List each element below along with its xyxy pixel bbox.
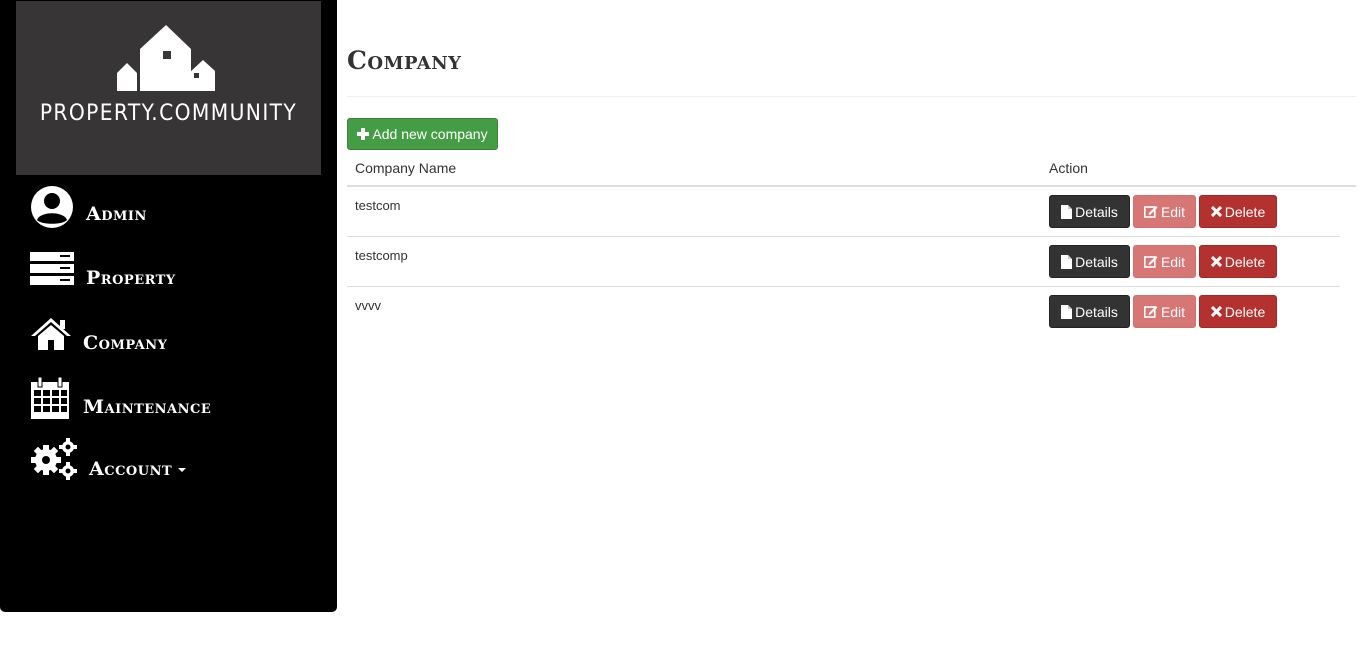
delete-button[interactable]: Delete — [1199, 195, 1277, 228]
edit-icon — [1143, 255, 1158, 268]
add-company-label: Add new company — [372, 126, 488, 142]
edit-button[interactable]: Edit — [1133, 195, 1196, 228]
server-icon — [30, 252, 74, 285]
file-icon — [1061, 254, 1073, 269]
home-icon — [31, 318, 71, 350]
details-button[interactable]: Details — [1049, 295, 1130, 328]
details-label: Details — [1075, 303, 1118, 320]
sidebar-item-label: Admin — [86, 203, 147, 225]
sidebar-item-label: Company — [83, 332, 168, 354]
company-name-cell: testcom — [355, 198, 401, 213]
account-label-text: Account — [89, 458, 173, 480]
divider — [347, 96, 1356, 97]
details-button[interactable]: Details — [1049, 245, 1130, 278]
edit-label: Edit — [1160, 203, 1186, 220]
column-header-company-name: Company Name — [355, 160, 457, 176]
edit-label: Edit — [1160, 253, 1186, 270]
row-divider — [347, 236, 1340, 237]
remove-icon — [1210, 256, 1222, 267]
delete-label: Delete — [1224, 253, 1266, 270]
sidebar-item-label: Account — [89, 458, 187, 480]
delete-label: Delete — [1224, 303, 1266, 320]
delete-label: Delete — [1224, 203, 1266, 220]
company-name-cell: testcomp — [355, 248, 408, 263]
file-icon — [1061, 204, 1073, 219]
details-button[interactable]: Details — [1049, 195, 1130, 228]
edit-button[interactable]: Edit — [1133, 245, 1196, 278]
sidebar-item-account[interactable]: Account — [30, 438, 230, 486]
edit-button[interactable]: Edit — [1133, 295, 1196, 328]
company-name-cell: vvvv — [355, 298, 381, 313]
details-label: Details — [1075, 253, 1118, 270]
page-title: Company — [347, 46, 462, 75]
sidebar-item-company[interactable]: Company — [30, 316, 230, 364]
file-icon — [1061, 304, 1073, 319]
gears-icon — [31, 438, 77, 480]
user-circle-icon — [31, 186, 73, 228]
delete-button[interactable]: Delete — [1199, 295, 1277, 328]
table-header-divider — [347, 185, 1356, 187]
edit-icon — [1143, 205, 1158, 218]
sidebar: PROPERTY.COMMUNITY Admin Property Compan… — [0, 0, 337, 612]
plus-icon — [357, 128, 370, 140]
sidebar-item-label: Property — [86, 267, 176, 289]
edit-label: Edit — [1160, 303, 1186, 320]
edit-icon — [1143, 305, 1158, 318]
houses-logo-icon — [117, 25, 215, 91]
remove-icon — [1210, 306, 1222, 317]
sidebar-item-property[interactable]: Property — [30, 251, 230, 299]
caret-down-icon — [178, 468, 187, 472]
sidebar-item-admin[interactable]: Admin — [30, 185, 230, 233]
sidebar-item-label: Maintenance — [83, 396, 212, 418]
calendar-icon — [31, 376, 69, 419]
row-divider — [347, 286, 1340, 287]
sidebar-item-maintenance[interactable]: Maintenance — [30, 376, 230, 424]
brand-name: PROPERTY.COMMUNITY — [39, 101, 298, 126]
delete-button[interactable]: Delete — [1199, 245, 1277, 278]
add-company-button[interactable]: Add new company — [347, 118, 498, 150]
column-header-action: Action — [1049, 160, 1088, 176]
remove-icon — [1210, 206, 1222, 217]
details-label: Details — [1075, 203, 1118, 220]
brand-logo[interactable]: PROPERTY.COMMUNITY — [16, 1, 321, 175]
